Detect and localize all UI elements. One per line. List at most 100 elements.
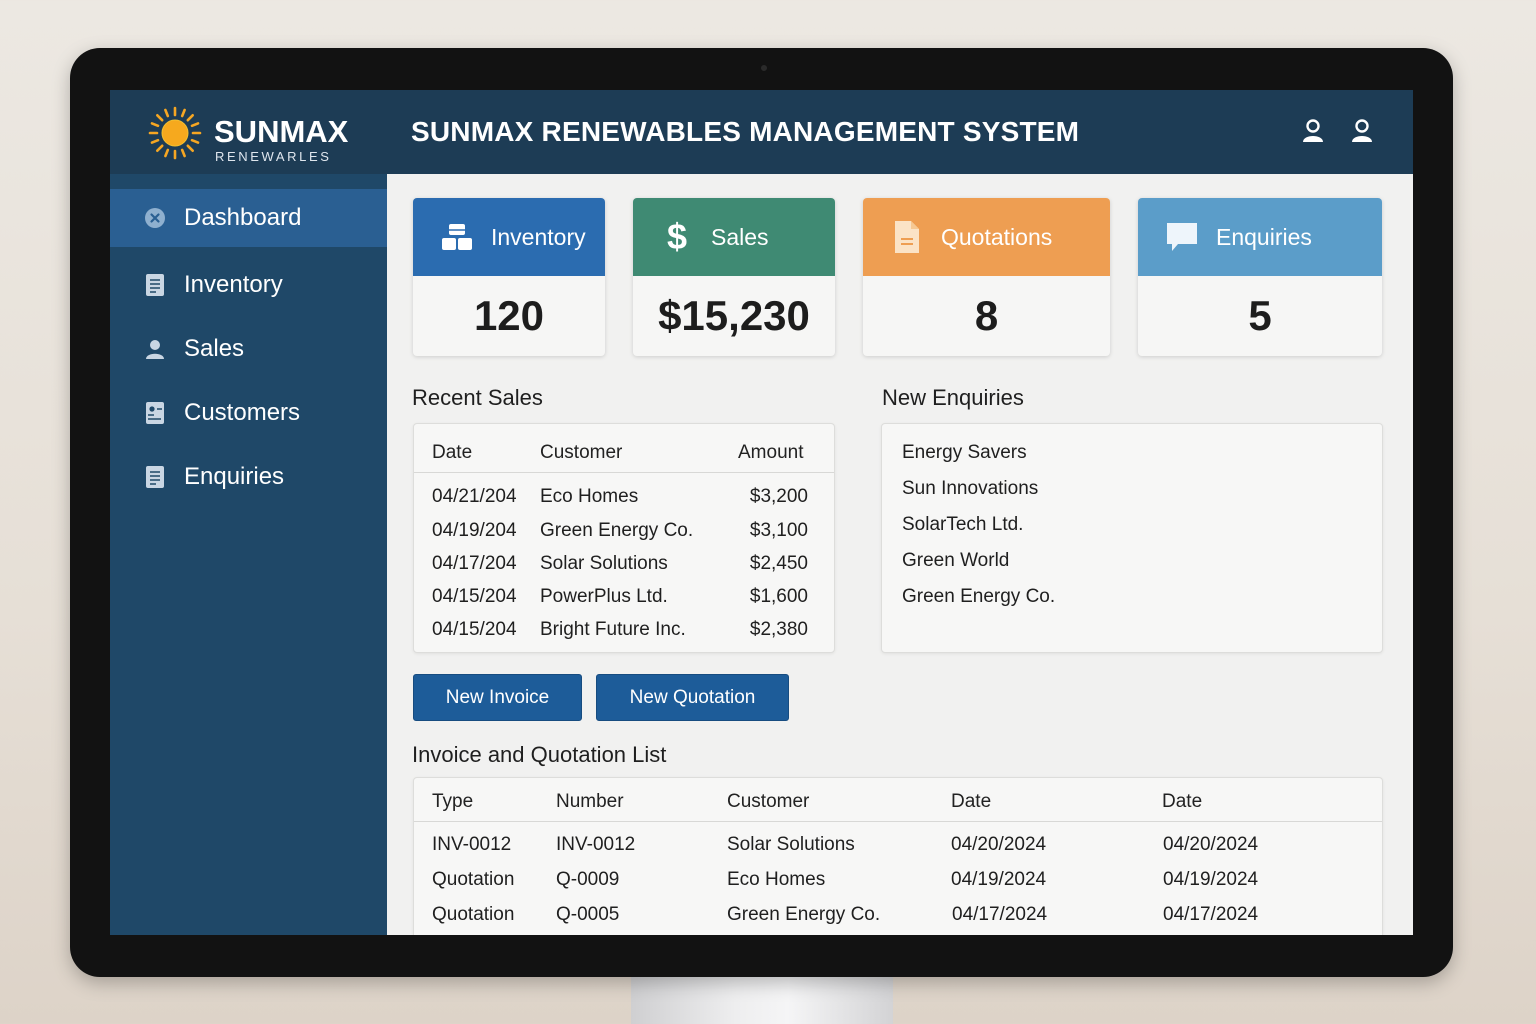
cell-customer: Solar Solutions — [727, 834, 855, 855]
new-enquiries-title: New Enquiries — [882, 385, 1024, 410]
inventory-card[interactable]: Inventory 120 — [413, 198, 605, 356]
webcam — [761, 65, 767, 71]
column-header[interactable]: Type — [432, 791, 473, 813]
card-value: 8 — [974, 292, 999, 339]
sidebar-item-enquiries[interactable]: Enquiries — [110, 448, 387, 506]
page-title: SUNMAX RENEWABLES MANAGEMENT SYSTEM — [411, 116, 1080, 147]
cell-customer: Solar Solutions — [540, 553, 668, 574]
sidebar-item-label: Customers — [184, 399, 301, 426]
chat-bubble-icon — [1164, 219, 1200, 255]
card-header: Inventory — [413, 198, 605, 276]
sidebar-item-label: Sales — [184, 335, 245, 362]
cell-date: 04/19/2024 — [951, 869, 1047, 890]
divider — [414, 472, 834, 473]
user-icon — [143, 337, 167, 361]
cell-customer: Green Energy Co. — [540, 520, 694, 541]
sun-logo-icon — [148, 106, 202, 160]
cell-customer: Green Energy Co. — [727, 904, 881, 925]
cell-date: 04/15/204 — [432, 619, 517, 640]
column-header[interactable]: Customer — [540, 442, 622, 464]
quotations-card[interactable]: Quotations 8 — [863, 198, 1110, 356]
cell-amount: $2,380 — [749, 619, 808, 640]
cell-date: 04/21/204 — [432, 486, 517, 507]
close-circle-icon — [143, 206, 167, 230]
new-invoice-button[interactable]: New Invoice — [413, 674, 582, 721]
column-header[interactable]: Date — [432, 442, 472, 464]
column-header[interactable]: Date — [951, 791, 991, 813]
new-enquiries-list: Energy Savers Sun Innovations SolarTech … — [881, 423, 1383, 653]
divider — [414, 821, 1382, 822]
document-icon — [143, 273, 167, 297]
cell-amount: $3,200 — [749, 486, 808, 507]
sidebar-item-label: Enquiries — [184, 463, 285, 490]
cell-date: 04/17/2024 — [952, 904, 1048, 925]
column-header[interactable]: Amount — [738, 442, 803, 464]
header-bar: SUNMAX RENEWABLES MANAGEMENT SYSTEM — [387, 90, 1413, 174]
column-header[interactable]: Date — [1162, 791, 1202, 813]
sidebar-item-sales[interactable]: Sales — [110, 320, 387, 378]
recent-sales-table: Date Customer Amount 04/21/204 Eco Homes… — [413, 423, 835, 653]
card-header: Quotations — [863, 198, 1110, 276]
brand-subtitle: RENEWARLES — [215, 149, 332, 164]
cell-type: Quotation — [432, 869, 515, 890]
cell-customer: Eco Homes — [540, 486, 639, 507]
cell-date: 04/20/2024 — [1163, 834, 1259, 855]
column-header[interactable]: Customer — [727, 791, 809, 813]
recent-sales-title: Recent Sales — [412, 385, 543, 410]
card-label: Enquiries — [1216, 223, 1312, 250]
card-value: 5 — [1248, 292, 1272, 339]
dollar-icon: $ — [666, 216, 688, 257]
card-header: $ Sales — [633, 198, 835, 276]
cell-number: Q-0009 — [556, 869, 620, 890]
monitor-stand — [631, 972, 893, 1024]
column-header[interactable]: Number — [556, 791, 624, 813]
app-window: SUNMAX RENEWARLES Dashboard Inventory Sa… — [110, 90, 1413, 935]
card-value: $15,230 — [658, 292, 810, 339]
list-item[interactable]: SolarTech Ltd. — [902, 514, 1023, 536]
user-profile-icon[interactable] — [1300, 118, 1326, 144]
cell-date: 04/19/204 — [432, 520, 517, 541]
list-item[interactable]: Green Energy Co. — [902, 586, 1055, 608]
cell-date: 04/19/2024 — [1163, 869, 1259, 890]
cell-date: 04/20/2024 — [951, 834, 1047, 855]
cell-customer: Eco Homes — [727, 869, 826, 890]
list-item[interactable]: Sun Innovations — [902, 478, 1038, 500]
contact-card-icon — [143, 401, 167, 425]
sidebar-item-inventory[interactable]: Inventory — [110, 256, 387, 314]
cell-amount: $1,600 — [749, 586, 808, 607]
list-item[interactable]: Energy Savers — [902, 442, 1027, 464]
cell-number: Q-0005 — [556, 904, 620, 925]
sidebar-item-dashboard[interactable]: Dashboard — [110, 189, 387, 247]
sales-card[interactable]: $ Sales $15,230 — [633, 198, 835, 356]
cell-customer: Bright Future Inc. — [540, 619, 686, 640]
card-label: Quotations — [941, 223, 1053, 250]
sidebar-item-label: Dashboard — [184, 204, 302, 231]
cell-customer: PowerPlus Ltd. — [540, 586, 668, 607]
cell-date: 04/17/2024 — [1163, 904, 1259, 925]
cell-amount: $2,450 — [749, 553, 808, 574]
cell-date: 04/17/204 — [432, 553, 517, 574]
list-item[interactable]: Green World — [902, 550, 1009, 572]
sidebar-item-label: Inventory — [184, 271, 283, 298]
account-icon[interactable] — [1349, 118, 1375, 144]
card-label: Sales — [711, 223, 769, 250]
enquiries-card[interactable]: Enquiries 5 — [1138, 198, 1382, 356]
document-icon — [143, 465, 167, 489]
card-label: Inventory — [491, 223, 586, 250]
cell-date: 04/15/204 — [432, 586, 517, 607]
invoice-list-title: Invoice and Quotation List — [412, 742, 667, 767]
sidebar-item-customers[interactable]: Customers — [110, 384, 387, 442]
cell-type: INV-0012 — [432, 834, 512, 855]
card-value: 120 — [473, 292, 545, 339]
invoice-quotation-table: Type Number Customer Date Date INV-0012 … — [413, 777, 1383, 935]
cell-type: Quotation — [432, 904, 515, 925]
brand-name: SUNMAX — [214, 114, 349, 149]
sidebar: SUNMAX RENEWARLES Dashboard Inventory Sa… — [110, 90, 387, 935]
document-icon — [889, 219, 925, 255]
cell-number: INV-0012 — [556, 834, 636, 855]
brand-logo[interactable]: SUNMAX RENEWARLES — [110, 90, 387, 174]
new-quotation-button[interactable]: New Quotation — [596, 674, 789, 721]
boxes-icon — [439, 219, 475, 255]
cell-amount: $3,100 — [749, 520, 808, 541]
card-header: Enquiries — [1138, 198, 1382, 276]
